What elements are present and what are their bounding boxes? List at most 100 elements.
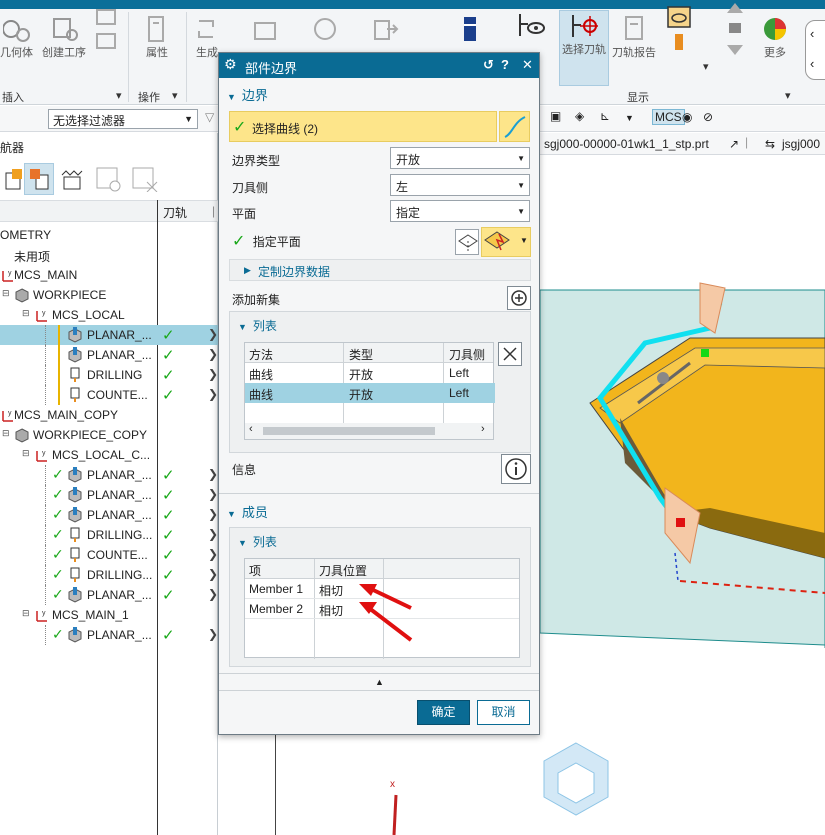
axis-icon[interactable]: ⊾ (600, 109, 610, 123)
plane-select[interactable]: 指定 ▼ (390, 200, 530, 222)
tool-list-button[interactable] (455, 14, 485, 44)
collapse-toggle-icon[interactable]: ⊟ (22, 448, 30, 459)
insert-more-button[interactable] (92, 9, 122, 49)
tree-row[interactable]: PLANAR_... ✓ ❯ (0, 345, 218, 365)
plane-dialog-button[interactable] (455, 229, 479, 255)
help-icon[interactable]: ? (501, 57, 509, 72)
filter-funnel-icon[interactable]: ▽ (205, 110, 214, 124)
scrollbar-thumb[interactable] (263, 427, 435, 435)
method-column-header[interactable]: 方法 (249, 346, 273, 363)
tree-row[interactable]: y ⊟ MCS_LOCAL (0, 305, 218, 325)
plane-type-select[interactable]: ▼ (481, 227, 531, 257)
toolpath-report-button[interactable]: 刀轨报告 (612, 14, 656, 60)
boundary-section-header[interactable]: ▼ 边界 (227, 85, 268, 104)
tool-side-column-header[interactable]: 刀具侧 (449, 346, 485, 363)
simulate-button[interactable] (310, 14, 340, 44)
select-toolpath-button[interactable]: 选择刀轨 (559, 10, 609, 86)
tree-row[interactable]: ✓ COUNTE... ✓ ❯ (0, 545, 218, 565)
create-operation-button[interactable]: 创建工序 (42, 14, 86, 60)
type-filter-select[interactable]: 无选择过滤器 ▼ (48, 109, 198, 129)
display-options-dropdown[interactable]: ▾ (703, 60, 709, 73)
cell-method: 曲线 (249, 388, 274, 402)
verify-button[interactable] (250, 14, 280, 44)
collapse-toggle-icon[interactable]: ⊟ (2, 428, 10, 439)
collapse-up-icon[interactable]: ▲ (375, 677, 384, 687)
boundary-type-select[interactable]: 开放 ▼ (390, 147, 530, 169)
tree-row[interactable]: ✓ DRILLING... ✓ ❯ (0, 565, 218, 585)
mcs-eye-icon[interactable]: MCS (652, 109, 685, 125)
collapse-toggle-icon[interactable]: ⊟ (2, 288, 10, 299)
geometry-button[interactable]: 几何体 (0, 14, 33, 60)
graphics-window[interactable] (540, 133, 825, 835)
tree-row[interactable]: y MCS_MAIN (0, 265, 218, 285)
display-group-dropdown[interactable]: ▾ (785, 89, 791, 102)
select-curve-field[interactable]: ✓ 选择曲线 (2) (229, 111, 497, 142)
tree-row[interactable]: y ⊟ MCS_MAIN_1 (0, 605, 218, 625)
remove-item-button[interactable] (498, 342, 522, 366)
chevron-down-icon[interactable]: ▼ (625, 113, 634, 123)
tree-row[interactable]: ✓ DRILLING... ✓ ❯ (0, 525, 218, 545)
collapse-toggle-icon[interactable]: ⊟ (22, 608, 30, 619)
horizontal-scrollbar[interactable]: ‹ › (245, 423, 493, 439)
toolpath-column-header[interactable]: 刀轨 (163, 204, 187, 221)
reset-icon[interactable]: ↺ (483, 57, 494, 73)
tree-row[interactable]: ✓ PLANAR_... ✓ ❯ (0, 485, 218, 505)
tree-row[interactable]: y MCS_MAIN_COPY (0, 405, 218, 425)
eye-toolpath-icon (516, 10, 546, 40)
cube-icon[interactable]: ▣ (550, 109, 561, 123)
chevron-right-icon[interactable]: › (481, 423, 485, 435)
check-icon: ✓ (52, 486, 64, 502)
tree-row[interactable]: ✓ PLANAR_... ✓ ❯ (0, 465, 218, 485)
type-column-header[interactable]: 类型 (349, 346, 373, 363)
collapse-toggle-icon[interactable]: ⊟ (22, 308, 30, 319)
members-section-header[interactable]: ▼ 成员 (227, 502, 268, 521)
display-options-button[interactable] (664, 6, 694, 50)
external-link-icon[interactable]: ↗ (729, 137, 739, 151)
assembly-file-tab[interactable]: jsgj000 (782, 137, 820, 151)
list-section-header[interactable]: ▼ 列表 (238, 317, 277, 334)
machine-tool-view-button[interactable] (58, 163, 88, 195)
tree-row[interactable]: ✓ PLANAR_... ✓ ❯ (0, 585, 218, 605)
close-icon[interactable]: ✕ (522, 57, 533, 73)
part-icon[interactable]: ◈ (575, 109, 584, 123)
info-button[interactable] (501, 454, 531, 484)
tree-row[interactable]: PLANAR_... ✓ ❯ (0, 325, 218, 345)
tree-row[interactable]: COUNTE... ✓ ❯ (0, 385, 218, 405)
operations-group-dropdown[interactable]: ▾ (172, 89, 178, 102)
tool-side-select[interactable]: 左 ▼ (390, 174, 530, 196)
tree-row[interactable]: DRILLING ✓ ❯ (0, 365, 218, 385)
custom-boundary-data-header[interactable]: ▶ 定制边界数据 (229, 259, 531, 281)
tree-row[interactable]: 未用项 (0, 245, 218, 265)
cell-type: 开放 (349, 388, 374, 402)
tree-row[interactable]: OMETRY (0, 225, 218, 245)
insert-group-dropdown[interactable]: ▾ (116, 89, 122, 102)
hide-icon[interactable]: ⊘ (703, 110, 713, 124)
geometry-view-button[interactable] (24, 163, 54, 195)
chevron-left-icon[interactable]: ‹ (249, 423, 253, 435)
item-column-header[interactable]: 项 (249, 562, 261, 579)
up-arrow-button[interactable] (720, 3, 750, 55)
ok-button[interactable]: 确定 (417, 700, 470, 725)
properties-button[interactable]: 属性 (142, 14, 172, 60)
tree-row[interactable]: ✓ PLANAR_... ✓ ❯ (0, 505, 218, 525)
eye-icon[interactable]: ◉ (682, 110, 692, 124)
generate-icon (192, 14, 222, 44)
members-list-header[interactable]: ▼ 列表 (238, 533, 277, 550)
add-view-button[interactable] (94, 163, 124, 195)
table-row[interactable]: 曲线 开放 Left (245, 363, 493, 383)
table-row-selected[interactable]: 曲线 开放 Left (245, 383, 495, 403)
add-new-set-button[interactable] (507, 286, 531, 310)
tree-row[interactable]: ⊟ WORKPIECE (0, 285, 218, 305)
tool-position-column-header[interactable]: 刀具位置 (319, 562, 367, 579)
output-button[interactable] (370, 14, 400, 44)
tree-row[interactable]: ⊟ WORKPIECE_COPY (0, 425, 218, 445)
cancel-button[interactable]: 取消 (477, 700, 530, 725)
part-file-tab[interactable]: sgj000-00000-01wk1_1_stp.prt (544, 137, 709, 151)
ribbon-scroll-panel[interactable]: ‹ ‹ (805, 20, 825, 80)
tree-row[interactable]: y ⊟ MCS_LOCAL_C... (0, 445, 218, 465)
remove-view-button[interactable] (130, 163, 160, 195)
tree-row[interactable]: ✓ PLANAR_... ✓ ❯ (0, 625, 218, 645)
more-button[interactable]: 更多 (760, 14, 790, 60)
view-cube-icon[interactable] (536, 735, 636, 835)
curve-icon[interactable] (499, 111, 530, 142)
